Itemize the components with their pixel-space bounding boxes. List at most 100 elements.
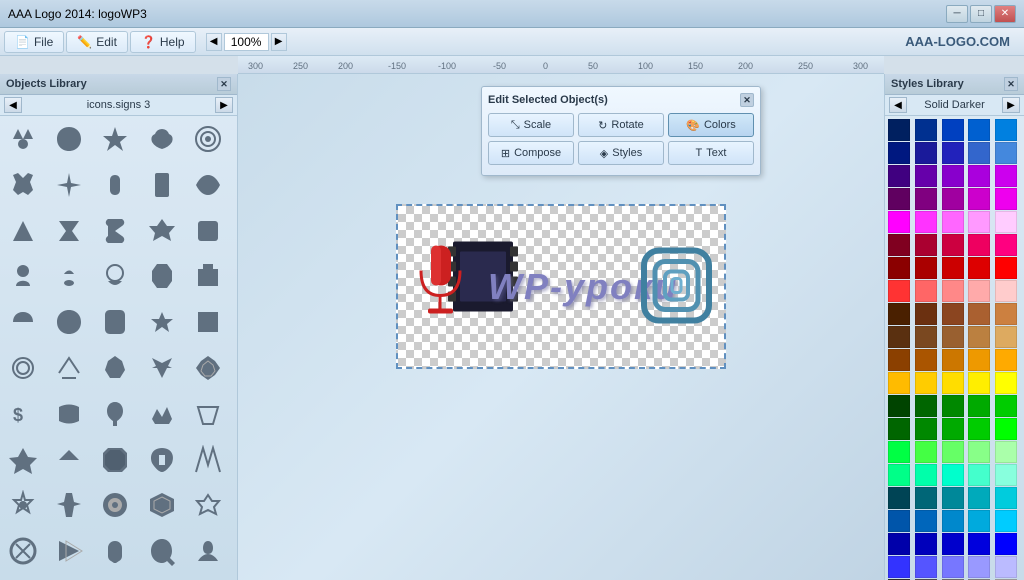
list-item[interactable] — [189, 212, 227, 250]
color-swatch[interactable] — [915, 119, 937, 141]
list-item[interactable] — [4, 257, 42, 295]
color-swatch[interactable] — [968, 372, 990, 394]
color-swatch[interactable] — [942, 303, 964, 325]
color-swatch[interactable] — [968, 211, 990, 233]
list-item[interactable] — [96, 532, 134, 570]
color-swatch[interactable] — [888, 372, 910, 394]
scale-button[interactable]: ⤡ Scale — [488, 113, 574, 137]
color-swatch[interactable] — [942, 441, 964, 463]
compose-button[interactable]: ⊞ Compose — [488, 141, 574, 165]
color-swatch[interactable] — [888, 441, 910, 463]
list-item[interactable] — [50, 212, 88, 250]
color-swatch[interactable] — [968, 303, 990, 325]
color-swatch[interactable] — [968, 349, 990, 371]
color-swatch[interactable] — [968, 510, 990, 532]
list-item[interactable] — [4, 120, 42, 158]
color-swatch[interactable] — [915, 372, 937, 394]
color-swatch[interactable] — [915, 556, 937, 578]
color-swatch[interactable] — [968, 257, 990, 279]
color-swatch[interactable] — [995, 280, 1017, 302]
color-swatch[interactable] — [915, 464, 937, 486]
list-item[interactable] — [143, 395, 181, 433]
list-item[interactable] — [96, 441, 134, 479]
color-swatch[interactable] — [915, 257, 937, 279]
color-swatch[interactable] — [968, 556, 990, 578]
color-swatch[interactable] — [915, 395, 937, 417]
color-swatch[interactable] — [968, 418, 990, 440]
list-item[interactable] — [96, 349, 134, 387]
color-swatch[interactable] — [915, 349, 937, 371]
color-swatch[interactable] — [995, 464, 1017, 486]
list-item[interactable] — [4, 349, 42, 387]
color-swatch[interactable] — [888, 142, 910, 164]
color-swatch[interactable] — [942, 556, 964, 578]
color-swatch[interactable] — [888, 211, 910, 233]
rotate-button[interactable]: ↻ Rotate — [578, 113, 664, 137]
menu-help[interactable]: ❓ Help — [130, 31, 196, 53]
color-swatch[interactable] — [888, 533, 910, 555]
list-item[interactable] — [50, 349, 88, 387]
color-swatch[interactable] — [888, 188, 910, 210]
color-swatch[interactable] — [942, 464, 964, 486]
color-swatch[interactable] — [888, 119, 910, 141]
list-item[interactable] — [96, 166, 134, 204]
color-swatch[interactable] — [995, 326, 1017, 348]
color-swatch[interactable] — [995, 510, 1017, 532]
color-swatch[interactable] — [915, 280, 937, 302]
color-swatch[interactable] — [968, 326, 990, 348]
color-swatch[interactable] — [888, 234, 910, 256]
list-item[interactable] — [96, 486, 134, 524]
color-swatch[interactable] — [915, 418, 937, 440]
color-swatch[interactable] — [942, 234, 964, 256]
styles-button[interactable]: ◈ Styles — [578, 141, 664, 165]
color-swatch[interactable] — [968, 464, 990, 486]
color-swatch[interactable] — [888, 395, 910, 417]
objects-library-close[interactable]: ✕ — [217, 77, 231, 91]
zoom-out-button[interactable]: ◀ — [206, 33, 222, 51]
color-swatch[interactable] — [995, 349, 1017, 371]
list-item[interactable] — [189, 486, 227, 524]
list-item[interactable] — [143, 441, 181, 479]
color-swatch[interactable] — [968, 533, 990, 555]
color-swatch[interactable] — [888, 303, 910, 325]
styles-next-button[interactable]: ▶ — [1002, 97, 1020, 113]
color-swatch[interactable] — [915, 142, 937, 164]
list-item[interactable] — [96, 395, 134, 433]
list-item[interactable] — [4, 486, 42, 524]
color-swatch[interactable] — [995, 211, 1017, 233]
colors-button[interactable]: 🎨 Colors — [668, 113, 754, 137]
color-swatch[interactable] — [942, 510, 964, 532]
color-swatch[interactable] — [995, 533, 1017, 555]
maximize-button[interactable]: □ — [970, 5, 992, 23]
color-swatch[interactable] — [942, 487, 964, 509]
list-item[interactable] — [4, 441, 42, 479]
lib-next-button[interactable]: ▶ — [215, 97, 233, 113]
color-swatch[interactable] — [942, 326, 964, 348]
color-swatch[interactable] — [942, 349, 964, 371]
list-item[interactable] — [143, 166, 181, 204]
minimize-button[interactable]: ─ — [946, 5, 968, 23]
styles-library-close[interactable]: ✕ — [1004, 77, 1018, 91]
list-item[interactable] — [4, 532, 42, 570]
color-swatch[interactable] — [915, 188, 937, 210]
color-swatch[interactable] — [942, 257, 964, 279]
color-swatch[interactable] — [942, 165, 964, 187]
color-swatch[interactable] — [942, 418, 964, 440]
color-swatch[interactable] — [995, 165, 1017, 187]
list-item[interactable] — [96, 257, 134, 295]
color-swatch[interactable] — [915, 441, 937, 463]
color-swatch[interactable] — [995, 372, 1017, 394]
color-swatch[interactable] — [888, 510, 910, 532]
color-swatch[interactable] — [995, 441, 1017, 463]
color-swatch[interactable] — [888, 326, 910, 348]
list-item[interactable] — [189, 120, 227, 158]
list-item[interactable] — [96, 303, 134, 341]
color-swatch[interactable] — [915, 533, 937, 555]
color-swatch[interactable] — [968, 441, 990, 463]
color-swatch[interactable] — [888, 418, 910, 440]
list-item[interactable] — [189, 257, 227, 295]
color-swatch[interactable] — [888, 257, 910, 279]
list-item[interactable] — [189, 532, 227, 570]
list-item[interactable] — [4, 166, 42, 204]
edit-toolbar-close-button[interactable]: ✕ — [740, 93, 754, 107]
